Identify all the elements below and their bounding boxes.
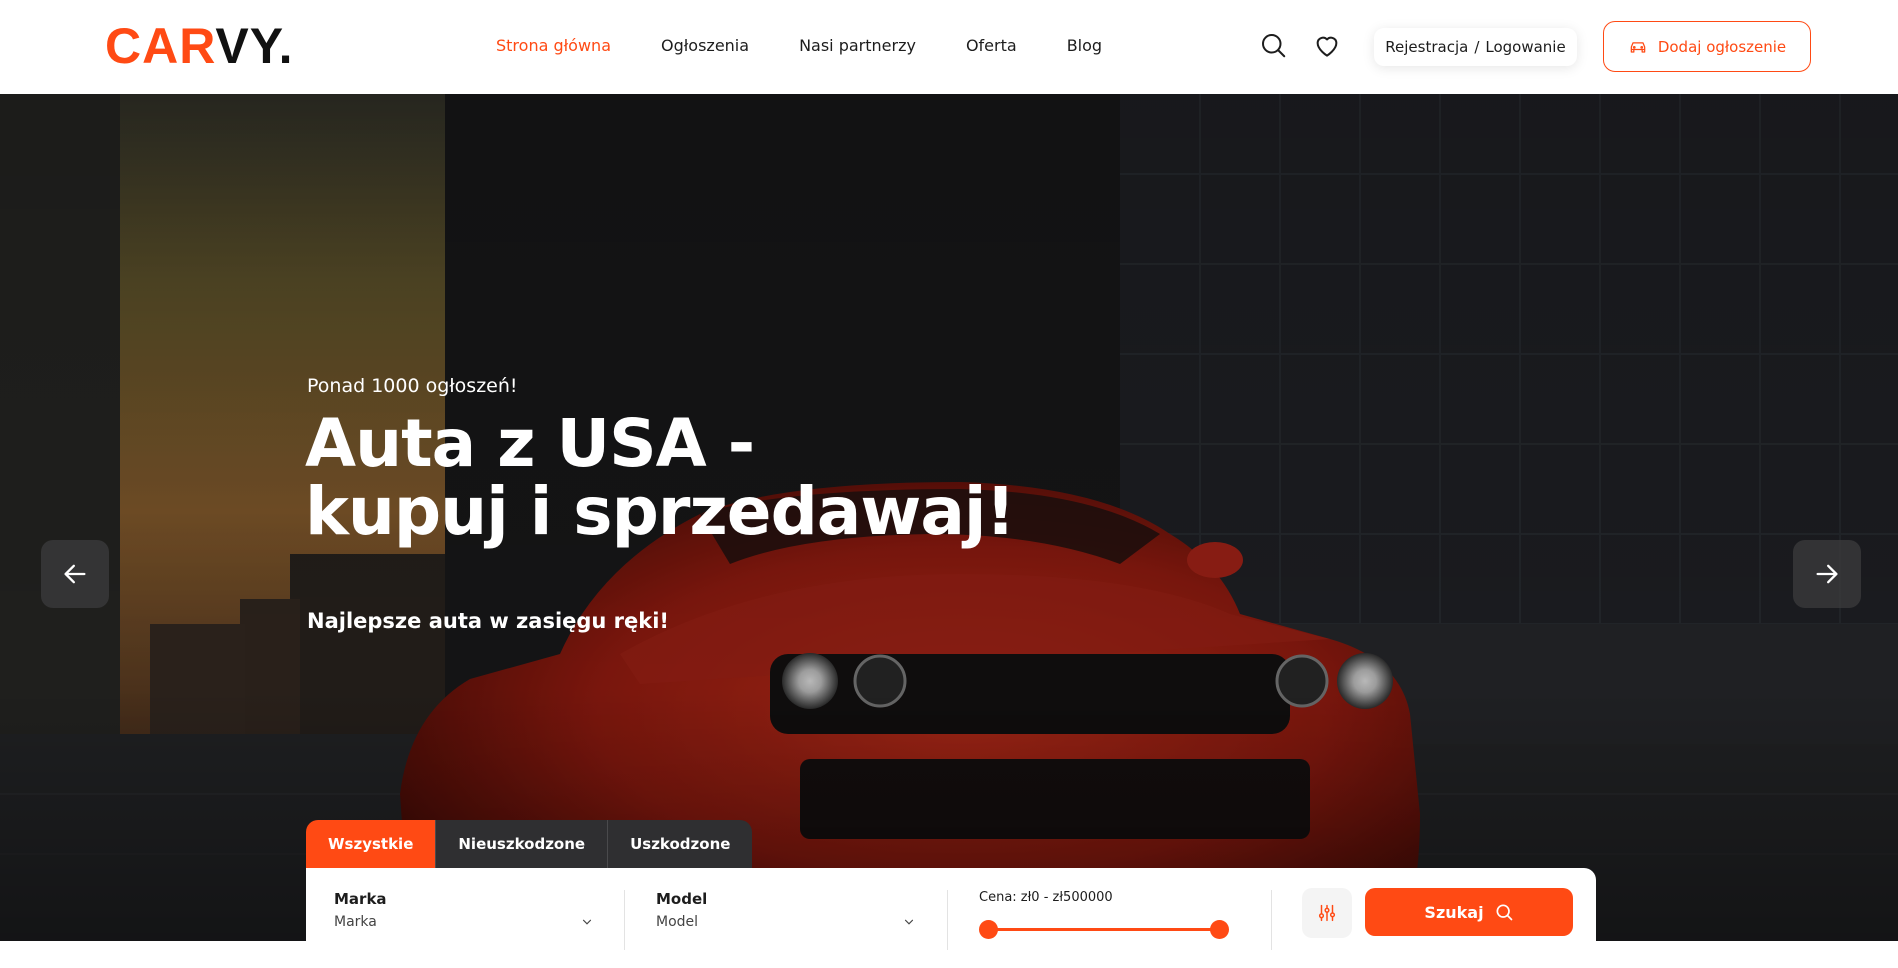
price-label: Cena: zł0 - zł500000 — [979, 890, 1113, 905]
slider-next-button[interactable] — [1793, 540, 1861, 608]
advanced-filter-button[interactable] — [1302, 888, 1352, 938]
model-field: Model Model — [656, 890, 916, 930]
search-submit-label: Szukaj — [1424, 902, 1484, 922]
price-max-handle[interactable] — [1210, 920, 1229, 939]
login-separator: / — [1474, 38, 1480, 56]
arrow-left-icon — [64, 564, 86, 584]
tab-all[interactable]: Wszystkie — [306, 820, 437, 868]
brand-field: Marka Marka — [334, 890, 594, 930]
sliders-icon — [1318, 904, 1336, 922]
logo-part-car: CAR — [105, 18, 216, 74]
hero-headline: Auta z USA - kupuj i sprzedawaj! — [305, 405, 1016, 550]
search-submit-button[interactable]: Szukaj — [1365, 888, 1573, 936]
price-range-slider[interactable] — [979, 919, 1229, 939]
arrow-right-icon — [1816, 564, 1838, 584]
hero-subline: Najlepsze auta w zasięgu ręki! — [307, 609, 670, 633]
tab-damaged[interactable]: Uszkodzone — [608, 820, 753, 868]
site-header: CARVY. Strona główna Ogłoszenia Nasi par… — [0, 0, 1898, 94]
model-label: Model — [656, 890, 708, 908]
chevron-down-icon — [582, 919, 592, 925]
add-listing-label: Dodaj ogłoszenie — [1657, 37, 1787, 56]
chevron-down-icon — [904, 919, 914, 925]
model-select[interactable]: Model — [656, 914, 916, 930]
price-range-track — [989, 928, 1219, 931]
add-listing-button[interactable]: Dodaj ogłoszenie — [1603, 21, 1811, 72]
hero-kicker: Ponad 1000 ogłoszeń! — [307, 375, 518, 397]
search-panel: Marka Marka Model Model Cena: zł0 - zł50… — [306, 868, 1596, 968]
nav-item-partners[interactable]: Nasi partnerzy — [799, 36, 916, 56]
nav-item-offer[interactable]: Oferta — [966, 36, 1017, 56]
slider-prev-button[interactable] — [41, 540, 109, 608]
nav-item-blog[interactable]: Blog — [1067, 36, 1102, 56]
model-select-value: Model — [656, 914, 699, 930]
login-link[interactable]: Logowanie — [1485, 38, 1565, 56]
divider — [624, 890, 625, 950]
logo-part-vy: VY. — [215, 18, 294, 74]
search-icon — [1496, 904, 1512, 921]
login-register-button[interactable]: Rejestracja / Logowanie — [1374, 28, 1577, 66]
price-min-handle[interactable] — [979, 920, 998, 939]
brand-select[interactable]: Marka — [334, 914, 594, 930]
nav-item-listings[interactable]: Ogłoszenia — [661, 36, 749, 56]
car-icon — [1630, 41, 1646, 53]
hero-section: Ponad 1000 ogłoszeń! Auta z USA - kupuj … — [0, 94, 1898, 941]
tab-undamaged[interactable]: Nieuszkodzone — [436, 820, 609, 868]
heart-icon[interactable] — [1312, 30, 1342, 60]
search-tabs: Wszystkie Nieuszkodzone Uszkodzone — [306, 820, 753, 868]
price-field: Cena: zł0 - zł500000 — [979, 890, 1229, 939]
register-link[interactable]: Rejestracja — [1385, 38, 1468, 56]
search-icon[interactable] — [1258, 30, 1288, 60]
main-nav: Strona główna Ogłoszenia Nasi partnerzy … — [496, 36, 1152, 56]
divider — [1271, 890, 1272, 950]
hero-headline-line1: Auta z USA - — [305, 405, 755, 482]
hero-headline-line2: kupuj i sprzedawaj! — [305, 473, 1016, 550]
divider — [947, 890, 948, 950]
logo[interactable]: CARVY. — [105, 20, 293, 72]
brand-label: Marka — [334, 890, 387, 908]
nav-item-home[interactable]: Strona główna — [496, 36, 611, 56]
brand-select-value: Marka — [334, 914, 377, 930]
